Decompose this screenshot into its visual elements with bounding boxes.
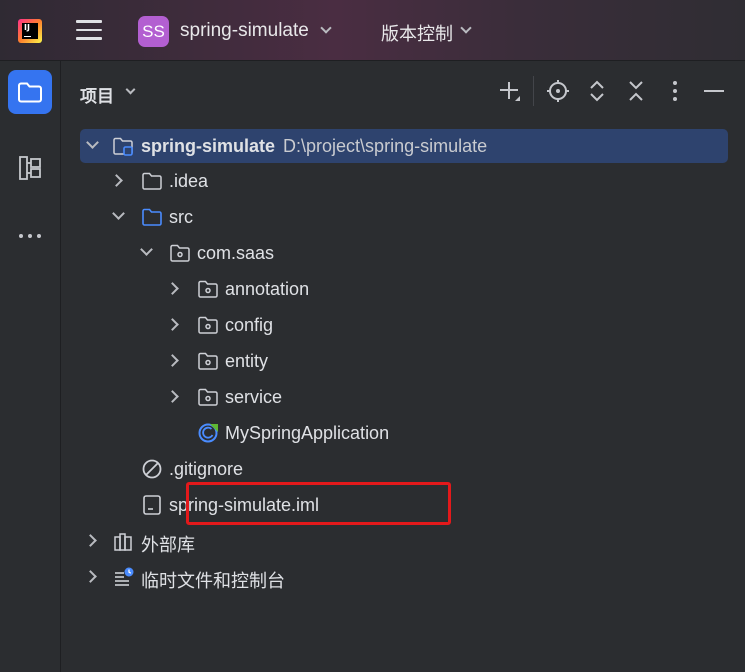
root-path: D:\project\spring-simulate — [283, 136, 488, 156]
toolbar-separator — [533, 76, 534, 106]
project-switcher[interactable]: spring-simulate — [180, 20, 309, 42]
chevron-down-icon[interactable] — [125, 84, 136, 95]
tree-item-label: 外部库 — [141, 535, 195, 555]
tree-row-gitignore[interactable]: .gitignore — [80, 451, 728, 487]
tree-row-service[interactable]: service — [80, 379, 728, 415]
spring-boot-class-icon — [198, 423, 218, 443]
project-tool-button[interactable] — [8, 70, 52, 114]
tree-item-label: spring-simulate.iml — [169, 495, 320, 515]
chevron-right-icon[interactable] — [166, 390, 179, 403]
tree-row-src[interactable]: src — [80, 199, 728, 235]
package-icon — [198, 316, 218, 334]
scratches-icon — [115, 567, 134, 586]
tree-row-package[interactable]: com.saas — [80, 235, 728, 271]
more-tools-button[interactable] — [8, 205, 52, 249]
tree-item-label: 临时文件和控制台 — [141, 571, 285, 591]
tool-window-stripe — [0, 61, 61, 672]
more-icon — [19, 234, 41, 238]
tree-row-config[interactable]: config — [80, 307, 728, 343]
main-menu-button[interactable] — [76, 20, 102, 42]
structure-tool-button[interactable] — [8, 146, 52, 190]
vcs-menu[interactable]: 版本控制 — [381, 20, 453, 46]
tree-row-main-class[interactable]: MySpringApplication — [80, 415, 728, 451]
tree-row-scratches[interactable]: 临时文件和控制台 — [80, 559, 728, 595]
folder-icon — [18, 82, 42, 103]
tree-row-entity[interactable]: entity — [80, 343, 728, 379]
source-folder-icon — [142, 208, 162, 226]
chevron-down-icon[interactable] — [140, 243, 153, 256]
package-icon — [198, 280, 218, 298]
chevron-down-icon[interactable] — [320, 22, 332, 34]
tree-item-label: src — [169, 207, 193, 227]
hide-icon[interactable] — [702, 79, 726, 103]
chevron-down-icon[interactable] — [86, 136, 99, 149]
library-icon — [114, 533, 132, 551]
tree-item-label: MySpringApplication — [225, 423, 390, 443]
chevron-right-icon[interactable] — [166, 282, 179, 295]
tree-item-label: com.saas — [197, 243, 275, 263]
project-panel: 项目 spring-simulate D:\project\spring-simu… — [61, 61, 745, 672]
tree-row-annotation[interactable]: annotation — [80, 271, 728, 307]
module-file-icon — [143, 495, 161, 515]
tree-row-iml[interactable]: spring-simulate.iml — [80, 487, 728, 523]
package-icon — [198, 352, 218, 370]
tree-row-root[interactable]: spring-simulate D:\project\spring-simulat… — [80, 129, 728, 163]
folder-icon — [142, 172, 162, 190]
package-icon — [170, 244, 190, 262]
title-bar: IJ SS spring-simulate 版本控制 — [0, 0, 745, 61]
tree-item-label: annotation — [225, 279, 310, 299]
root-name: spring-simulate — [141, 136, 276, 156]
ignore-file-icon — [142, 459, 162, 479]
locate-icon[interactable] — [546, 79, 570, 103]
project-tree: spring-simulate D:\project\spring-simulat… — [80, 129, 728, 595]
package-icon — [198, 388, 218, 406]
chevron-right-icon[interactable] — [166, 318, 179, 331]
chevron-right-icon[interactable] — [84, 570, 97, 583]
intellij-logo-icon: IJ — [18, 19, 42, 43]
add-icon[interactable] — [498, 79, 522, 103]
more-options-icon[interactable] — [663, 79, 687, 103]
expand-all-icon[interactable] — [585, 79, 609, 103]
chevron-right-icon[interactable] — [166, 354, 179, 367]
chevron-down-icon[interactable] — [460, 22, 472, 34]
chevron-right-icon[interactable] — [84, 534, 97, 547]
tree-item-label: entity — [225, 351, 269, 371]
tree-item-label: config — [225, 315, 274, 335]
tree-item-label: .idea — [169, 171, 209, 191]
panel-title[interactable]: 项目 — [80, 82, 114, 107]
project-badge[interactable]: SS — [138, 16, 169, 47]
structure-icon — [19, 156, 41, 180]
chevron-right-icon[interactable] — [110, 174, 123, 187]
module-folder-icon — [113, 137, 133, 156]
chevron-down-icon[interactable] — [112, 207, 125, 220]
collapse-all-icon[interactable] — [624, 79, 648, 103]
tree-row-external-libs[interactable]: 外部库 — [80, 523, 728, 559]
tree-item-label: service — [225, 387, 283, 407]
tree-item-label: .gitignore — [169, 459, 244, 479]
tree-row-idea[interactable]: .idea — [80, 163, 728, 199]
